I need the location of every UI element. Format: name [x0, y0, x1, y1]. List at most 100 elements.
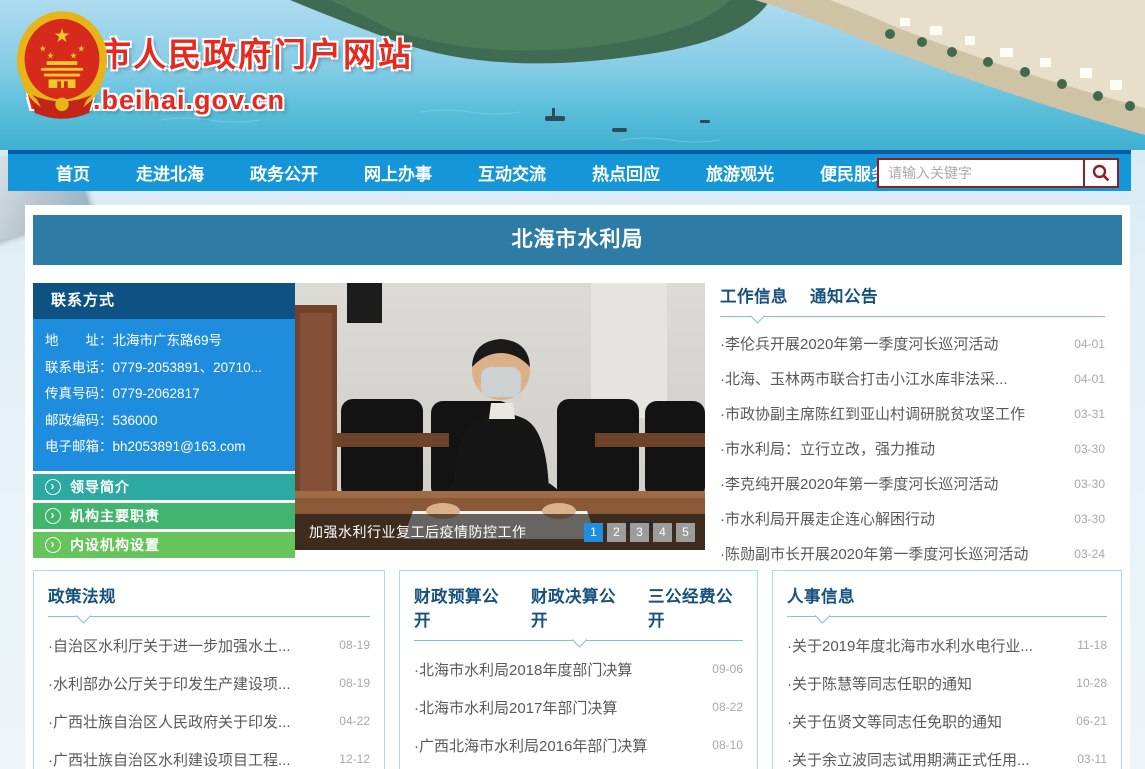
carousel-page-1[interactable]: 1 — [584, 523, 603, 542]
list-item[interactable]: ·关于陈慧等同志任职的通知 10-28 — [787, 664, 1107, 702]
list-item[interactable]: ·广西壮族自治区人民政府关于印发...04-22 — [48, 702, 370, 740]
bottom-row: 政策法规 ·自治区水利厅关于进一步加强水土...08-19 ·水利部办公厅关于印… — [33, 570, 1122, 769]
svg-text:★: ★ — [47, 50, 55, 60]
news-item[interactable]: ·市政协副主席陈红到亚山村调研脱贫攻坚工作03-31 — [720, 396, 1105, 431]
circle-arrow-icon: › — [45, 537, 61, 553]
site-banner: ★ ★ ★ ★ ★ 北海市人民政府门户网站 www.beihai.gov.cn — [0, 0, 1145, 150]
news-item-date: 04-01 — [1074, 372, 1105, 386]
carousel-pager: 1 2 3 4 5 — [584, 523, 695, 542]
news-list: ·李伦兵开展2020年第一季度河长巡河活动04-01 ·北海、玉林两市联合打击小… — [720, 326, 1105, 571]
link-leader-profile[interactable]: › 领导简介 — [33, 474, 295, 500]
item-date: 08-19 — [339, 676, 370, 690]
item-title: ·广西壮族自治区人民政府关于印发... — [48, 711, 291, 732]
tab-policy[interactable]: 政策法规 — [48, 583, 116, 607]
news-item[interactable]: ·李伦兵开展2020年第一季度河长巡河活动04-01 — [720, 326, 1105, 361]
contact-info: 地 址：北海市广东路69号 联系电话：0779-2053891、20710...… — [33, 319, 295, 471]
list-item[interactable]: ·北海市水利局2015年度部门决算公开09-14 — [414, 764, 743, 769]
list-item[interactable]: ·关于2019年度北海市水利水电行业... 11-18 — [787, 626, 1107, 664]
main-row: 联系方式 地 址：北海市广东路69号 联系电话：0779-2053891、207… — [33, 283, 1122, 553]
item-date: 12-12 — [339, 752, 370, 766]
tab-budget-disclosure[interactable]: 财政预算公开 — [414, 583, 509, 631]
news-item-title: ·陈勋副市长开展2020年第一季度河长巡河活动 — [720, 543, 1028, 564]
nav-item-about-beihai[interactable]: 走进北海 — [136, 160, 204, 185]
nav-item-hot-responses[interactable]: 热点回应 — [592, 160, 660, 185]
news-item-date: 03-30 — [1074, 512, 1105, 526]
search-input[interactable] — [879, 160, 1083, 186]
list-item[interactable]: ·关于余立波同志试用期满正式任用...03-11 — [787, 740, 1107, 769]
tab-underline — [48, 616, 370, 626]
item-date: 10-28 — [1076, 676, 1107, 690]
search-button[interactable] — [1083, 160, 1117, 186]
item-title: ·广西北海市水利局2016年部门决算 — [414, 735, 647, 756]
news-item-title: ·市政协副主席陈红到亚山村调研脱贫攻坚工作 — [720, 403, 1025, 424]
item-date: 08-10 — [712, 738, 743, 752]
quick-link-label: 领导简介 — [70, 477, 130, 497]
tab-notices[interactable]: 通知公告 — [810, 283, 878, 307]
nav-item-online-services[interactable]: 网上办事 — [364, 160, 432, 185]
finance-panel: 财政预算公开 财政决算公开 三公经费公开 ·北海市水利局2018年度部门决算09… — [399, 570, 758, 769]
news-item-title: ·市水利局开展走企连心解困行动 — [720, 508, 935, 529]
tab-work-info[interactable]: 工作信息 — [720, 283, 788, 307]
site-brand: ★ ★ ★ ★ ★ 北海市人民政府门户网站 www.beihai.gov.cn — [14, 6, 413, 116]
contact-fax: 传真号码：0779-2062817 — [45, 381, 283, 408]
news-item-title: ·市水利局：立行立改，强力推动 — [720, 438, 935, 459]
news-item[interactable]: ·陈勋副市长开展2020年第一季度河长巡河活动03-24 — [720, 536, 1105, 571]
policy-panel: 政策法规 ·自治区水利厅关于进一步加强水土...08-19 ·水利部办公厅关于印… — [33, 570, 385, 769]
contact-panel: 联系方式 地 址：北海市广东路69号 联系电话：0779-2053891、207… — [33, 283, 295, 558]
policy-list: ·自治区水利厅关于进一步加强水土...08-19 ·水利部办公厅关于印发生产建设… — [48, 626, 370, 769]
quick-link-label: 机构主要职责 — [70, 506, 160, 526]
news-item[interactable]: ·市水利局：立行立改，强力推动03-30 — [720, 431, 1105, 466]
item-date: 08-22 — [712, 700, 743, 714]
hr-list: ·关于2019年度北海市水利水电行业... 11-18 ·关于陈慧等同志任职的通知… — [787, 626, 1107, 769]
carousel-page-3[interactable]: 3 — [630, 523, 649, 542]
nav-item-tourism[interactable]: 旅游观光 — [706, 160, 774, 185]
list-item[interactable]: ·自治区水利厅关于进一步加强水土...08-19 — [48, 626, 370, 664]
carousel-page-2[interactable]: 2 — [607, 523, 626, 542]
list-item[interactable]: ·水利部办公厅关于印发生产建设项... 08-19 — [48, 664, 370, 702]
svg-text:★: ★ — [77, 44, 85, 54]
nav-item-gov-affairs[interactable]: 政务公开 — [250, 160, 318, 185]
contact-phone: 联系电话：0779-2053891、20710... — [45, 355, 283, 382]
search-icon — [1092, 164, 1110, 182]
carousel-photo — [295, 283, 705, 550]
link-org-duties[interactable]: › 机构主要职责 — [33, 503, 295, 529]
tab-three-public-expenses[interactable]: 三公经费公开 — [648, 583, 743, 631]
contact-postcode: 邮政编码：536000 — [45, 408, 283, 435]
item-title: ·关于伍贤文等同志任免职的通知 — [787, 711, 1002, 732]
list-item[interactable]: ·广西北海市水利局2016年部门决算 08-10 — [414, 726, 743, 764]
news-item-title: ·李克纯开展2020年第一季度河长巡河活动 — [720, 473, 998, 494]
carousel-caption[interactable]: 加强水利行业复工后疫情防控工作 — [309, 522, 527, 542]
news-item-date: 03-30 — [1074, 477, 1105, 491]
news-item-title: ·李伦兵开展2020年第一季度河长巡河活动 — [720, 333, 998, 354]
tab-final-accounts[interactable]: 财政决算公开 — [531, 583, 626, 631]
item-title: ·北海市水利局2017年部门决算 — [414, 697, 617, 718]
item-title: ·自治区水利厅关于进一步加强水土... — [48, 635, 291, 656]
nav-item-interaction[interactable]: 互动交流 — [478, 160, 546, 185]
national-emblem-logo: ★ ★ ★ ★ ★ — [14, 6, 110, 124]
item-title: ·广西壮族自治区水利建设项目工程... — [48, 749, 291, 769]
list-item[interactable]: ·关于伍贤文等同志任免职的通知06-21 — [787, 702, 1107, 740]
item-title: ·水利部办公厅关于印发生产建设项... — [48, 673, 291, 694]
tab-hr-info[interactable]: 人事信息 — [787, 583, 855, 607]
list-item[interactable]: ·北海市水利局2017年部门决算 08-22 — [414, 688, 743, 726]
news-item[interactable]: ·李克纯开展2020年第一季度河长巡河活动 03-30 — [720, 466, 1105, 501]
item-date: 09-06 — [712, 662, 743, 676]
circle-arrow-icon: › — [45, 508, 61, 524]
news-item[interactable]: ·北海、玉林两市联合打击小江水库非法采...04-01 — [720, 361, 1105, 396]
item-title: ·关于2019年度北海市水利水电行业... — [787, 635, 1033, 656]
carousel-page-4[interactable]: 4 — [653, 523, 672, 542]
contact-email: 电子邮箱：bh2053891@163.com — [45, 434, 283, 461]
item-date: 11-18 — [1077, 638, 1107, 652]
carousel-page-5[interactable]: 5 — [676, 523, 695, 542]
item-date: 03-11 — [1077, 752, 1107, 766]
page-title-bar: 北海市水利局 — [33, 215, 1122, 265]
photo-carousel[interactable]: 加强水利行业复工后疫情防控工作 1 2 3 4 5 — [295, 283, 705, 550]
list-item[interactable]: ·北海市水利局2018年度部门决算09-06 — [414, 650, 743, 688]
item-title: ·关于陈慧等同志任职的通知 — [787, 673, 972, 694]
link-internal-structure[interactable]: › 内设机构设置 — [33, 532, 295, 558]
nav-item-home[interactable]: 首页 — [56, 160, 90, 185]
list-item[interactable]: ·广西壮族自治区水利建设项目工程... 12-12 — [48, 740, 370, 769]
finance-list: ·北海市水利局2018年度部门决算09-06 ·北海市水利局2017年部门决算 0… — [414, 650, 743, 769]
circle-arrow-icon: › — [45, 479, 61, 495]
news-item[interactable]: ·市水利局开展走企连心解困行动 03-30 — [720, 501, 1105, 536]
